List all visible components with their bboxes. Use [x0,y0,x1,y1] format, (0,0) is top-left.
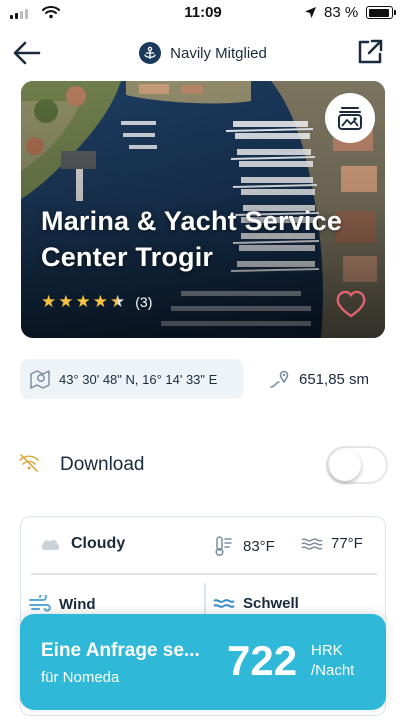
booking-currency: HRK [311,642,343,659]
star-icon: ★ [58,292,74,311]
battery-percent: 83 % [324,4,359,21]
download-row: Download [18,446,390,484]
water-waves-icon [301,537,323,550]
external-link-icon [358,39,383,64]
favorite-button[interactable] [335,289,367,319]
toggle-knob [329,449,361,481]
booking-subtitle: für Nomeda [41,669,120,686]
route-icon [270,370,289,388]
wind-label: Wind [59,595,96,613]
review-count: (3) [135,294,153,310]
gallery-button[interactable] [325,93,375,143]
weather-condition-label: Cloudy [71,535,126,552]
swell-icon [213,598,235,608]
star-icon: ★ [92,292,108,311]
thermometer-icon [215,536,232,557]
booking-price-unit: /Nacht [311,662,355,679]
star-icon: ★ [75,292,91,311]
location-arrow-icon [305,7,316,18]
star-icon: ★ [41,292,57,311]
anchor-icon [139,42,162,64]
weather-divider [31,573,377,575]
map-pin-icon [30,370,50,389]
star-rating: ★ ★ ★ ★ ★ (3) [41,293,152,311]
coordinates-chip[interactable]: 43° 30' 48" N, 16° 14' 33" E [20,359,243,399]
wind-icon [29,595,51,612]
photo-gallery-icon [338,107,362,130]
distance-info: 651,85 sm [268,368,369,390]
booking-request-button[interactable]: Eine Anfrage se... für Nomeda 722 HRK /N… [20,614,386,710]
booking-price: 722 [227,637,298,684]
coordinates-text: 43° 30' 48" N, 16° 14' 33" E [59,371,218,387]
weather-condition: Cloudy [39,535,125,553]
air-temperature-value: 83°F [243,537,275,555]
distance-text: 651,85 sm [299,370,370,388]
heart-icon [336,290,366,318]
marina-hero-card: Marina & Yacht Service Center Trogir ★ ★… [21,81,385,338]
wind-info: Wind [29,595,96,613]
swell-info: Schwell [213,595,299,612]
share-button[interactable] [356,38,384,66]
cloud-icon [41,539,60,550]
swell-label: Schwell [243,595,299,612]
water-temperature: 77°F [301,535,363,552]
booking-title: Eine Anfrage se... [41,640,200,661]
water-temperature-value: 77°F [331,535,363,552]
download-toggle[interactable] [326,446,388,484]
battery-icon [366,6,393,19]
wifi-off-icon [19,454,39,472]
member-label: Navily Mitglied [170,44,267,62]
half-star-icon: ★ [110,292,126,311]
download-label: Download [60,454,145,475]
member-badge: Navily Mitglied [0,42,406,64]
status-bar: 11:09 83 % [0,0,406,26]
air-temperature: 83°F [213,535,275,557]
marina-name: Marina & Yacht Service Center Trogir [41,206,343,272]
